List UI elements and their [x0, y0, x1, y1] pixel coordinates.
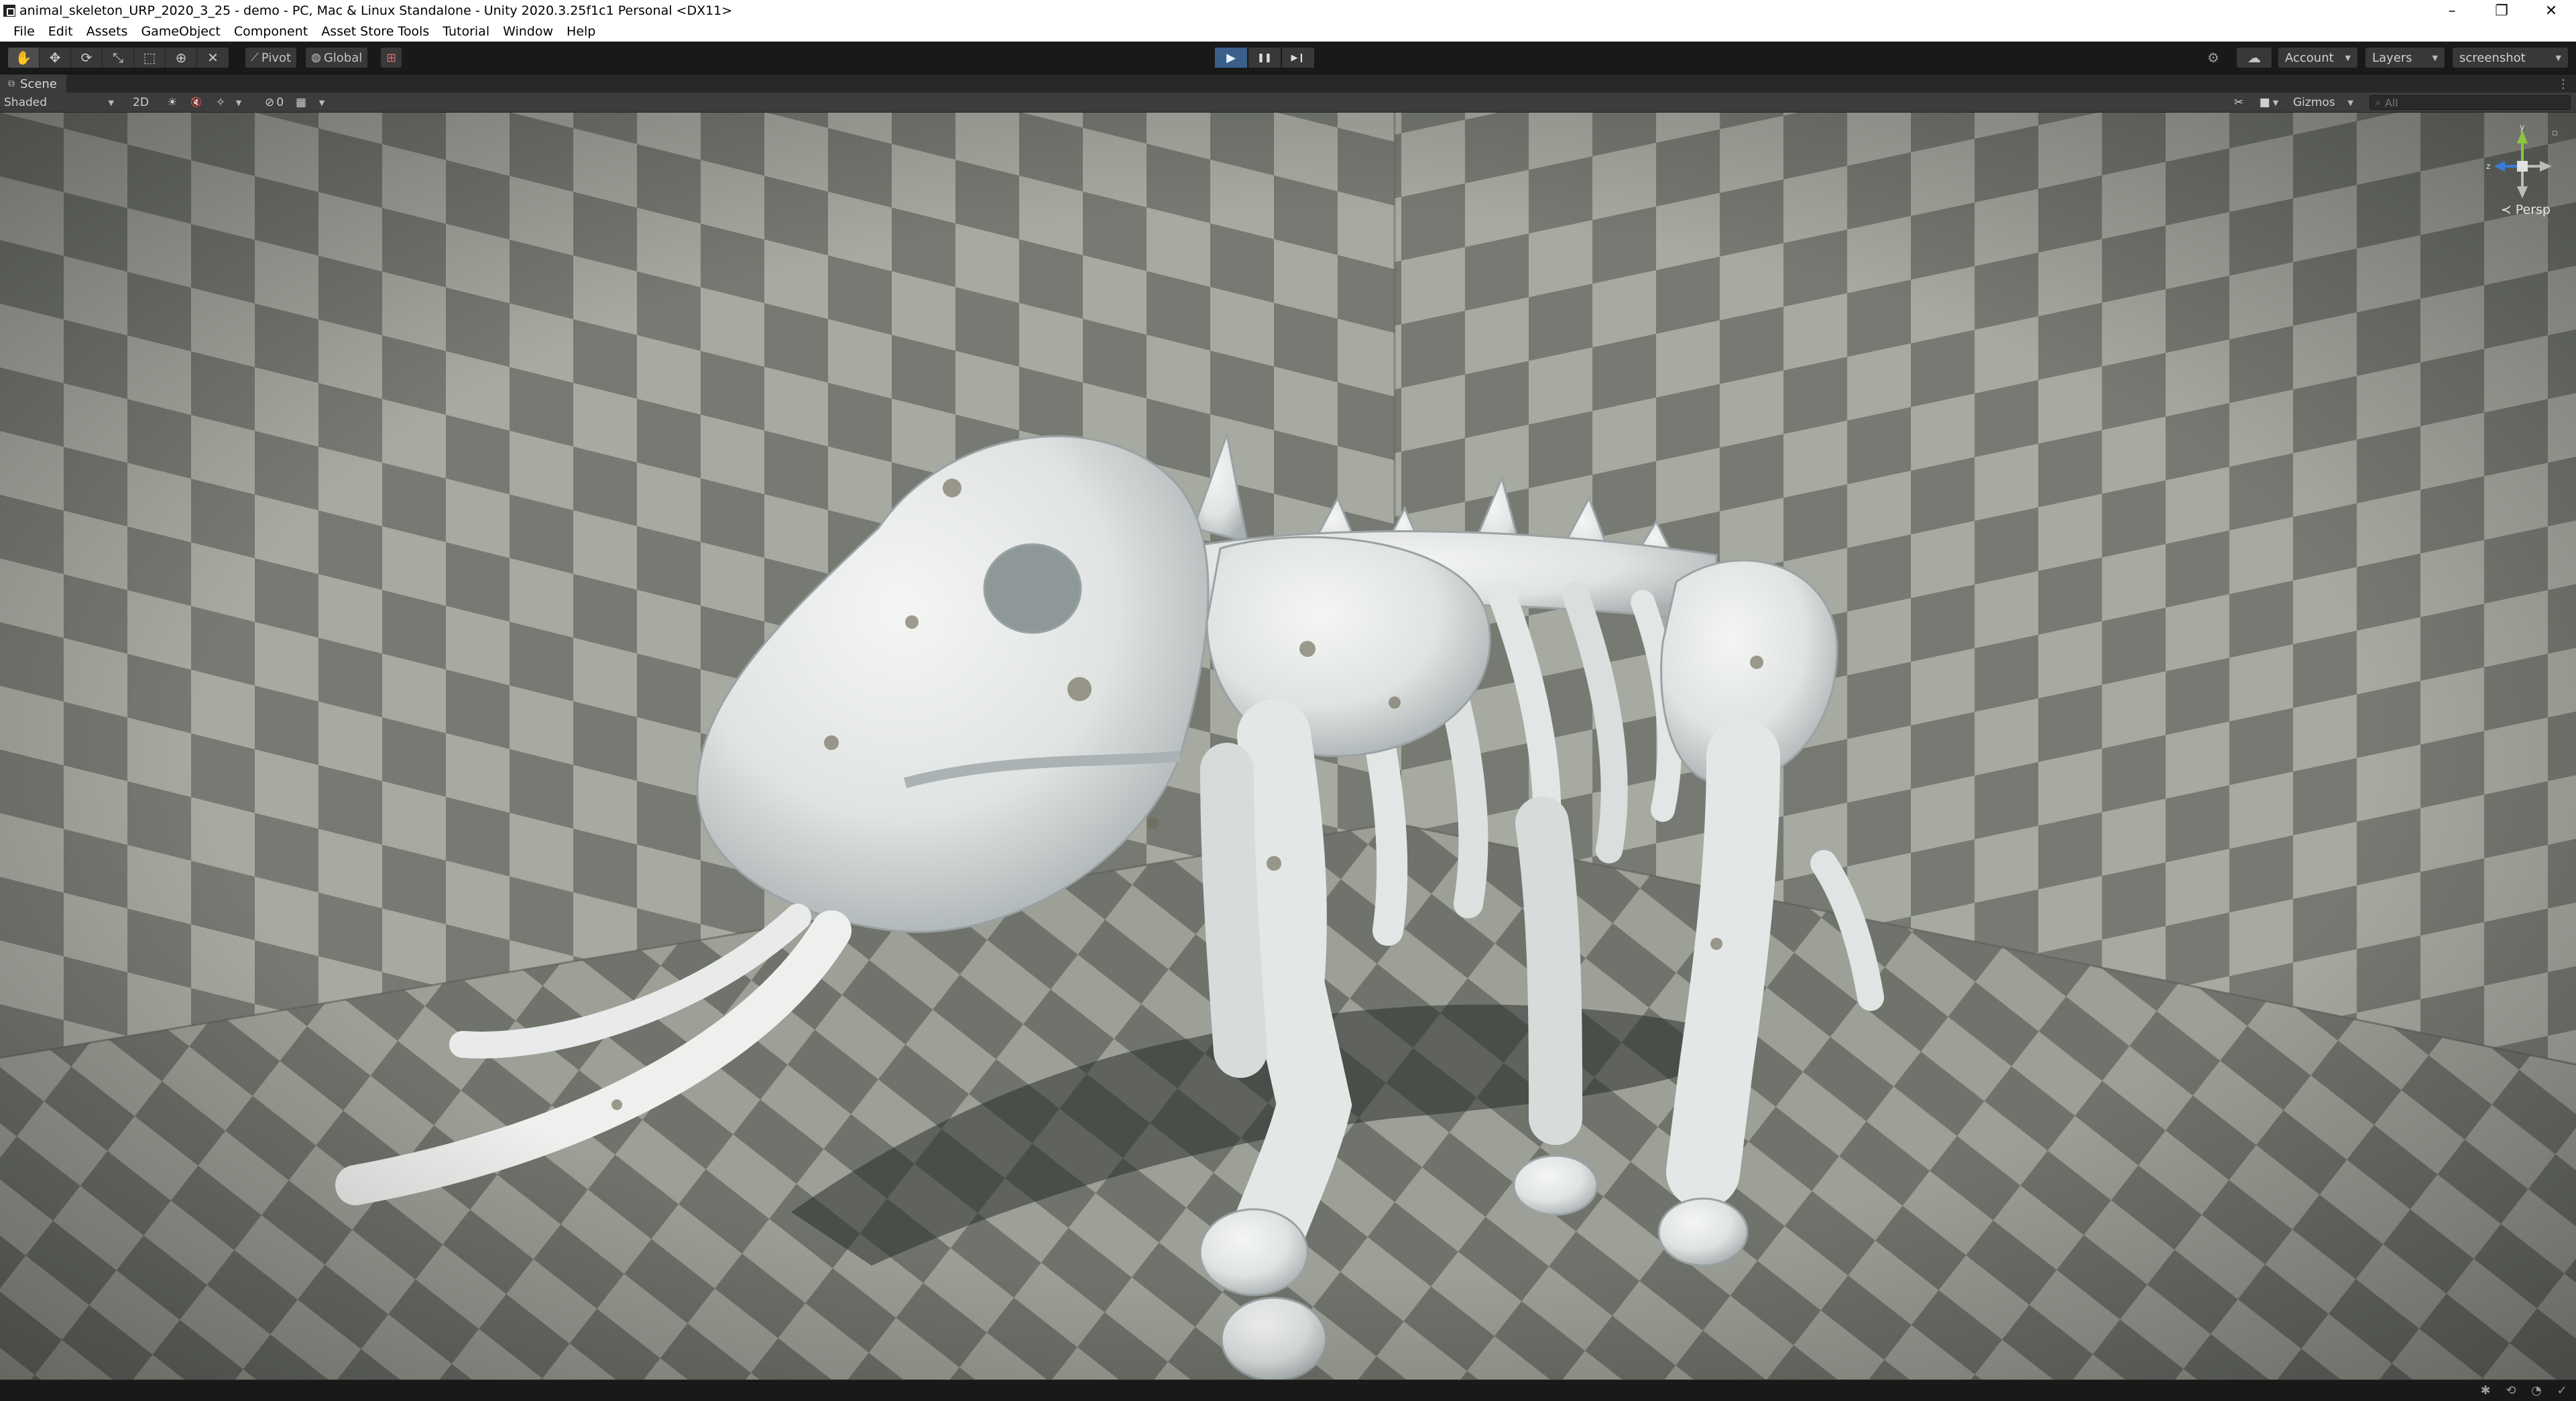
shading-mode-label: Shaded — [4, 96, 48, 109]
transform-tools: ✋ ✥ ⟳ ⤡ ⬚ ⊕ ✕ — [8, 48, 229, 68]
layout-dropdown[interactable]: screenshot ▼ — [2453, 48, 2568, 68]
account-label: Account — [2285, 50, 2334, 65]
gizmo-z-label: z — [2486, 162, 2490, 171]
transform-tool-icon[interactable]: ⊕ — [166, 48, 197, 68]
grid-toggle-icon[interactable]: ▦ — [292, 93, 310, 113]
tab-scene-label: Scene — [20, 76, 57, 91]
scene-tools-icon[interactable]: ✂ — [2230, 93, 2247, 113]
grid-snap-button[interactable]: ⊞ — [381, 48, 402, 68]
window-title: animal_skeleton_URP_2020_3_25 - demo - P… — [19, 3, 733, 18]
step-button[interactable]: ▶❙ — [1282, 48, 1314, 68]
progress-icon[interactable]: ◔ — [2529, 1383, 2544, 1398]
menu-assets[interactable]: Assets — [80, 21, 135, 42]
pivot-label: Pivot — [261, 50, 292, 65]
lighting-toggle-icon[interactable]: ☀ — [164, 93, 181, 113]
lock-icon[interactable]: ▫ — [2552, 128, 2558, 138]
rect-tool-icon[interactable]: ⬚ — [134, 48, 166, 68]
global-toggle-button[interactable]: ◍ Global — [306, 48, 368, 68]
viewport-vignette — [0, 113, 2576, 1380]
sync-icon[interactable]: ⟲ — [2504, 1383, 2518, 1398]
menu-component[interactable]: Component — [227, 21, 314, 42]
menu-tutorial[interactable]: Tutorial — [436, 21, 496, 42]
shading-mode-dropdown[interactable]: Shaded ▼ — [4, 93, 118, 113]
chevron-down-icon: ▼ — [108, 98, 114, 107]
menu-asset-store-tools[interactable]: Asset Store Tools — [314, 21, 436, 42]
projection-toggle[interactable]: ≺ Persp — [2501, 202, 2551, 217]
cloud-icon: ☁ — [2247, 50, 2261, 66]
check-icon[interactable]: ✓ — [2555, 1383, 2569, 1398]
camera-settings-icon[interactable]: ■ ▼ — [2256, 93, 2282, 113]
move-tool-icon[interactable]: ✥ — [40, 48, 71, 68]
audio-toggle-icon[interactable]: 🔇 — [188, 93, 205, 113]
minimize-button[interactable]: – — [2427, 0, 2477, 21]
camera-icon: ■ — [2259, 96, 2270, 109]
effects-toggle-icon[interactable]: ✧ — [212, 93, 229, 113]
scene-viewport[interactable]: y z ▫ ≺ Persp — [0, 113, 2576, 1380]
tab-options-icon[interactable]: ⋮ — [2557, 74, 2569, 93]
chevron-down-icon: ▼ — [2347, 98, 2353, 107]
menu-edit[interactable]: Edit — [42, 21, 80, 42]
orientation-gizmo[interactable]: y z ▫ — [2482, 122, 2563, 256]
custom-tool-icon[interactable]: ✕ — [197, 48, 229, 68]
chevron-down-icon: ▼ — [2345, 53, 2351, 62]
layers-dropdown[interactable]: Layers ▼ — [2365, 48, 2445, 68]
gizmos-dropdown[interactable]: Gizmos ▼ — [2293, 93, 2353, 113]
chevron-down-icon: ▼ — [2272, 98, 2279, 107]
close-button[interactable]: ✕ — [2526, 0, 2576, 21]
window-controls: – ❐ ✕ — [2427, 0, 2576, 21]
scene-view-toolbar: Shaded ▼ 2D ☀ 🔇 ✧ ▼ ⊘ 0 ▦ ▼ ✂ ■ ▼ Gizmos… — [0, 93, 2576, 113]
window-title-bar: animal_skeleton_URP_2020_3_25 - demo - P… — [0, 0, 2576, 21]
pivot-toggle-button[interactable]: ⟋ Pivot — [245, 48, 297, 68]
menu-bar: File Edit Assets GameObject Component As… — [0, 21, 2576, 42]
global-label: Global — [323, 50, 363, 65]
globe-icon: ◍ — [311, 51, 321, 64]
chevron-down-icon[interactable]: ▼ — [315, 93, 329, 113]
menu-file[interactable]: File — [7, 21, 42, 42]
hidden-count: 0 — [276, 96, 284, 109]
scene-search-input[interactable]: ⌕ All — [2369, 95, 2571, 110]
rotate-tool-icon[interactable]: ⟳ — [71, 48, 103, 68]
pivot-icon: ⟋ — [251, 51, 259, 64]
chevron-down-icon[interactable]: ▼ — [232, 93, 245, 113]
chevron-down-icon: ▼ — [2555, 53, 2561, 62]
playmode-controls: ▶ ❚❚ ▶❙ — [1215, 48, 1315, 68]
grid-snap-icon: ⊞ — [386, 50, 397, 65]
menu-window[interactable]: Window — [496, 21, 560, 42]
play-button[interactable]: ▶ — [1215, 48, 1247, 68]
scene-render — [0, 113, 2576, 1380]
unity-app-icon — [3, 5, 15, 17]
search-placeholder: All — [2384, 96, 2398, 109]
scene-icon: ⧉ — [8, 78, 15, 89]
status-icons: ✱ ⟲ ◔ ✓ — [2478, 1383, 2569, 1398]
gizmos-label: Gizmos — [2293, 96, 2335, 109]
services-icon[interactable]: ⚙ — [2198, 48, 2229, 68]
scale-tool-icon[interactable]: ⤡ — [103, 48, 134, 68]
main-toolbar: ✋ ✥ ⟳ ⤡ ⬚ ⊕ ✕ ⟋ Pivot ◍ Global ⊞ ▶ ❚❚ ▶❙… — [0, 42, 2576, 74]
hand-tool-icon[interactable]: ✋ — [8, 48, 40, 68]
eye-off-icon: ⊘ — [264, 96, 275, 109]
layout-label: screenshot — [2459, 50, 2526, 65]
layers-label: Layers — [2372, 50, 2412, 65]
search-icon: ⌕ — [2376, 97, 2381, 108]
hidden-objects-toggle[interactable]: ⊘ 0 — [257, 93, 291, 113]
bug-icon[interactable]: ✱ — [2478, 1383, 2493, 1398]
pause-button[interactable]: ❚❚ — [1248, 48, 1281, 68]
2d-toggle-button[interactable]: 2D — [127, 93, 154, 113]
collab-cloud-button[interactable]: ☁ — [2237, 48, 2272, 68]
tab-scene[interactable]: ⧉ Scene — [0, 74, 66, 93]
restore-button[interactable]: ❐ — [2477, 0, 2526, 21]
menu-gameobject[interactable]: GameObject — [134, 21, 227, 42]
account-dropdown[interactable]: Account ▼ — [2278, 48, 2357, 68]
status-bar: ✱ ⟲ ◔ ✓ — [0, 1380, 2576, 1401]
gizmo-y-label: y — [2520, 123, 2524, 132]
menu-help[interactable]: Help — [560, 21, 602, 42]
scene-tab-strip: ⧉ Scene ⋮ — [0, 74, 2576, 93]
chevron-down-icon: ▼ — [2432, 53, 2438, 62]
